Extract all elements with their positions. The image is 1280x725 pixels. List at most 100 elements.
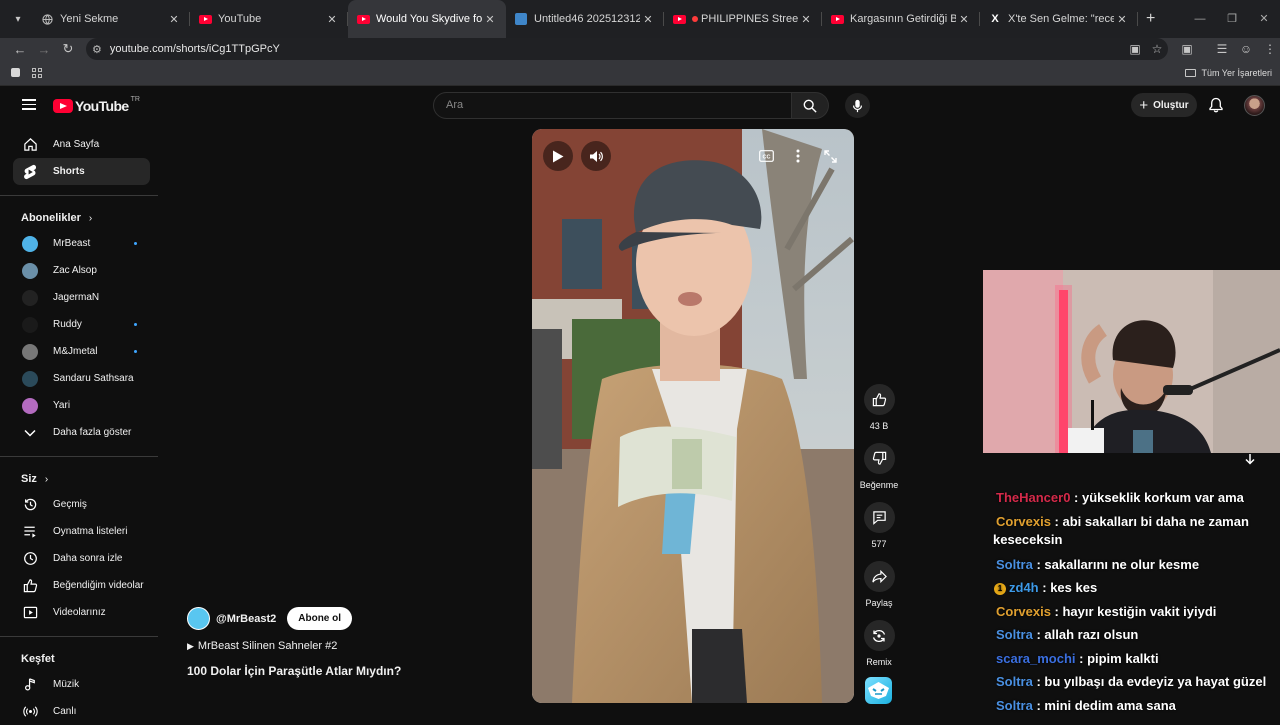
profile-icon[interactable]: ☺ xyxy=(1235,38,1257,60)
sidebar-item-live[interactable]: Canlı xyxy=(0,698,160,725)
channel-handle[interactable]: @MrBeast2 xyxy=(216,613,276,625)
sidebar-subscription-item[interactable]: Yari xyxy=(0,392,160,419)
sidebar-subscription-item[interactable]: M&Jmetal xyxy=(0,338,160,365)
chevron-right-icon: › xyxy=(88,212,93,224)
bookmark-square-icon[interactable] xyxy=(11,68,20,77)
browser-tab-active[interactable]: Would You Skydive for $100? - ✕ xyxy=(348,0,506,38)
search-input[interactable]: Ara xyxy=(433,92,792,119)
sidebar-subscription-item[interactable]: Zac Alsop xyxy=(0,257,160,284)
sidebar-subscription-item[interactable]: Ruddy xyxy=(0,311,160,338)
fullscreen-icon[interactable] xyxy=(821,147,839,165)
dislike-button[interactable]: Beğenme xyxy=(858,443,900,490)
volume-button[interactable] xyxy=(581,141,611,171)
chat-scroll-down-icon[interactable] xyxy=(1241,450,1259,468)
menu-icon[interactable]: ⋮ xyxy=(1259,38,1280,60)
minimize-icon[interactable]: — xyxy=(1184,0,1216,38)
sidebar-item-liked-videos[interactable]: Beğendiğim videolar xyxy=(0,572,160,599)
window-controls: — ❐ ✕ xyxy=(1184,0,1280,38)
bookmarks-bar: Tüm Yer İşaretleri xyxy=(0,60,1280,86)
bookmark-star-icon[interactable]: ☆ xyxy=(1146,42,1168,56)
sidebar-item-playlists[interactable]: Oynatma listeleri xyxy=(0,518,160,545)
create-button[interactable]: + Oluştur xyxy=(1131,93,1197,117)
close-tab-icon[interactable]: ✕ xyxy=(482,13,498,26)
extensions-icon[interactable]: ▣ xyxy=(1176,38,1198,60)
subscribe-button[interactable]: Abone ol xyxy=(287,607,353,630)
sidebar-divider xyxy=(0,456,158,457)
back-icon[interactable]: ← xyxy=(8,42,32,57)
account-avatar[interactable] xyxy=(1244,95,1265,116)
sidebar-item-history[interactable]: Geçmiş xyxy=(0,491,160,518)
all-bookmarks-button[interactable]: Tüm Yer İşaretleri xyxy=(1185,68,1272,78)
channel-avatar xyxy=(22,370,38,387)
browser-tab[interactable]: X X'te Sen Gelme: "recep ivedik n ✕ xyxy=(980,0,1138,38)
sidebar-item-music[interactable]: Müzik xyxy=(0,671,160,698)
sidebar-divider xyxy=(0,195,158,196)
video-frame-image xyxy=(532,129,854,703)
share-button[interactable]: Paylaş xyxy=(858,561,900,608)
sidebar-subscription-item[interactable]: MrBeast xyxy=(0,230,160,257)
restore-icon[interactable]: ❐ xyxy=(1216,0,1248,38)
chat-message: Soltra : allah razı olsun xyxy=(996,627,1139,642)
sidebar-subscription-item[interactable]: JagermaN xyxy=(0,284,160,311)
sidebar-item-watch-later[interactable]: Daha sonra izle xyxy=(0,545,160,572)
browser-tab[interactable]: Kargasının Getirdiği Bademi Bö ✕ xyxy=(822,0,980,38)
close-tab-icon[interactable]: ✕ xyxy=(324,13,340,26)
playlist-link[interactable]: ▶ MrBeast Silinen Sahneler #2 xyxy=(187,640,527,652)
browser-tab[interactable]: Yeni Sekme ✕ xyxy=(32,0,190,38)
channel-avatar[interactable] xyxy=(187,607,210,630)
youtube-logo[interactable]: YouTube TR xyxy=(53,96,140,114)
site-info-icon[interactable]: ⚙ xyxy=(92,43,102,56)
sidebar-item-home[interactable]: Ana Sayfa xyxy=(0,131,160,158)
play-icon xyxy=(553,150,564,162)
install-app-icon[interactable]: ▣ xyxy=(1124,42,1146,56)
svg-text:CC: CC xyxy=(762,154,770,160)
playlists-icon xyxy=(22,524,38,540)
reload-icon[interactable]: ↻ xyxy=(56,41,80,57)
share-icon xyxy=(871,569,887,584)
browser-tab[interactable]: YouTube ✕ xyxy=(190,0,348,38)
like-button[interactable]: 43 B xyxy=(858,384,900,431)
close-tab-icon[interactable]: ✕ xyxy=(640,13,656,26)
chat-message: Soltra : sakallarını ne olur kesme xyxy=(996,557,1200,572)
youtube-icon xyxy=(198,12,212,26)
channel-avatar xyxy=(22,316,38,333)
comments-button[interactable]: 577 xyxy=(858,502,900,549)
close-tab-icon[interactable]: ✕ xyxy=(798,13,814,26)
webcam-image xyxy=(983,270,1280,453)
media-control-icon[interactable]: ☰ xyxy=(1211,38,1233,60)
comment-count: 577 xyxy=(871,539,887,549)
voice-search-button[interactable] xyxy=(845,93,870,118)
captions-icon[interactable]: CC xyxy=(757,147,775,165)
channel-avatar xyxy=(22,235,38,252)
new-tab-button[interactable]: + xyxy=(1146,10,1155,28)
sidebar-item-shorts[interactable]: Shorts xyxy=(13,158,150,185)
close-tab-icon[interactable]: ✕ xyxy=(166,13,182,26)
shorts-icon xyxy=(22,164,38,180)
address-bar[interactable]: ⚙ youtube.com/shorts/iCg1TTpGPcY ▣ ☆ xyxy=(86,38,1168,60)
sound-thumbnail[interactable] xyxy=(865,677,892,704)
short-video-player[interactable]: CC xyxy=(532,129,854,703)
sidebar-item-your-videos[interactable]: Videolarınız xyxy=(0,599,160,626)
short-metadata: @MrBeast2 Abone ol ▶ MrBeast Silinen Sah… xyxy=(187,607,527,678)
more-options-icon[interactable] xyxy=(789,147,807,165)
notifications-bell-icon[interactable] xyxy=(1208,97,1224,113)
apps-grid-icon[interactable] xyxy=(32,67,42,78)
sidebar-show-more[interactable]: Daha fazla göster xyxy=(0,419,160,446)
youtube-icon xyxy=(356,12,370,26)
close-window-icon[interactable]: ✕ xyxy=(1248,0,1280,38)
browser-tab[interactable]: Untitled46 20251231220420 h: ✕ xyxy=(506,0,664,38)
close-tab-icon[interactable]: ✕ xyxy=(956,13,972,26)
menu-hamburger-icon[interactable] xyxy=(22,99,36,110)
tab-search-button[interactable]: ▾ xyxy=(4,5,32,33)
browser-tab[interactable]: PHILIPPINES Street View Liv ✕ xyxy=(664,0,822,38)
forward-icon[interactable]: → xyxy=(32,42,56,57)
sidebar-subscriptions-heading[interactable]: Abonelikler › xyxy=(0,206,160,230)
youtube-play-logo-icon xyxy=(53,99,73,113)
sidebar-subscription-item[interactable]: Sandaru Sathsara xyxy=(0,365,160,392)
search-icon xyxy=(803,99,817,113)
sidebar-you-heading[interactable]: Siz › xyxy=(0,467,160,491)
remix-button[interactable]: Remix xyxy=(858,620,900,667)
play-button[interactable] xyxy=(543,141,573,171)
search-button[interactable] xyxy=(792,92,829,119)
close-tab-icon[interactable]: ✕ xyxy=(1114,13,1130,26)
